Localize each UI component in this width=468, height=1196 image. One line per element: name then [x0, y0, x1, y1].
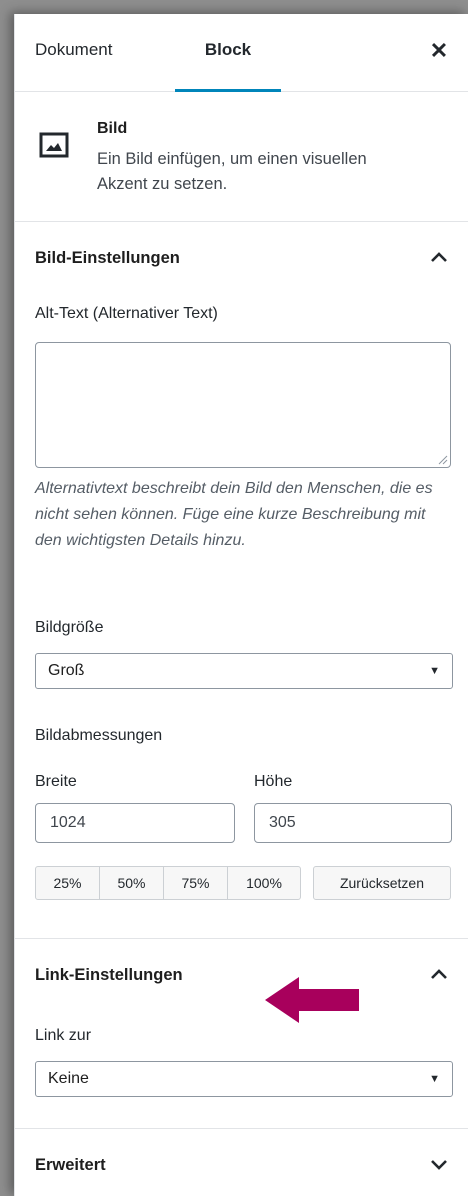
image-size-value: Groß — [48, 662, 85, 679]
link-to-select[interactable]: Keine ▼ — [35, 1061, 453, 1097]
height-input[interactable]: 305 — [254, 803, 452, 843]
image-size-label: Bildgröße — [35, 619, 104, 636]
image-settings-header[interactable]: Bild-Einstellungen — [15, 222, 468, 294]
image-scale-buttons: 25% 50% 75% 100% — [35, 866, 301, 900]
select-arrow-icon: ▼ — [429, 665, 440, 677]
width-input[interactable]: 1024 — [35, 803, 235, 843]
sidebar-tabs: Dokument Block ✕ — [15, 14, 468, 92]
link-settings-panel: Link-Einstellungen Link zur Keine ▼ — [15, 939, 468, 1129]
tab-block[interactable]: Block — [175, 14, 281, 92]
chevron-down-icon[interactable] — [428, 1153, 450, 1175]
scale-50-button[interactable]: 50% — [100, 867, 164, 899]
scale-100-button[interactable]: 100% — [228, 867, 300, 899]
block-title: Bild — [97, 120, 128, 137]
image-icon — [39, 132, 69, 158]
link-settings-header[interactable]: Link-Einstellungen — [15, 939, 468, 1011]
image-settings-panel: Bild-Einstellungen Alt-Text (Alternative… — [15, 222, 468, 939]
close-icon[interactable]: ✕ — [428, 40, 450, 62]
scale-25-button[interactable]: 25% — [36, 867, 100, 899]
scale-75-button[interactable]: 75% — [164, 867, 228, 899]
alt-text-textarea[interactable] — [35, 342, 451, 468]
image-settings-title: Bild-Einstellungen — [35, 249, 180, 267]
advanced-header[interactable]: Erweitert — [15, 1129, 468, 1196]
select-arrow-icon: ▼ — [429, 1073, 440, 1085]
height-label: Höhe — [254, 773, 293, 790]
advanced-title: Erweitert — [35, 1156, 106, 1174]
annotation-arrow-icon — [265, 977, 359, 1023]
alt-text-label: Alt-Text (Alternativer Text) — [35, 305, 218, 322]
advanced-panel: Erweitert — [15, 1129, 468, 1196]
link-to-value: Keine — [48, 1070, 89, 1087]
dimensions-label: Bildabmessungen — [35, 727, 163, 744]
image-size-select[interactable]: Groß ▼ — [35, 653, 453, 689]
reset-dimensions-button[interactable]: Zurücksetzen — [313, 866, 451, 900]
width-label: Breite — [35, 773, 77, 790]
block-inspector-panel: Dokument Block ✕ Bild Ein Bild einfügen,… — [14, 14, 468, 1196]
link-to-label: Link zur — [35, 1027, 92, 1044]
tab-document[interactable]: Dokument — [35, 14, 112, 92]
chevron-up-icon[interactable] — [428, 963, 450, 985]
alt-text-help: Alternativtext beschreibt dein Bild den … — [35, 480, 433, 549]
block-card: Bild Ein Bild einfügen, um einen visuell… — [15, 92, 468, 222]
chevron-up-icon[interactable] — [428, 246, 450, 268]
resize-grip-icon[interactable] — [438, 455, 448, 465]
block-description: Ein Bild einfügen, um einen visuellen Ak… — [97, 150, 367, 193]
link-settings-title: Link-Einstellungen — [35, 966, 183, 984]
